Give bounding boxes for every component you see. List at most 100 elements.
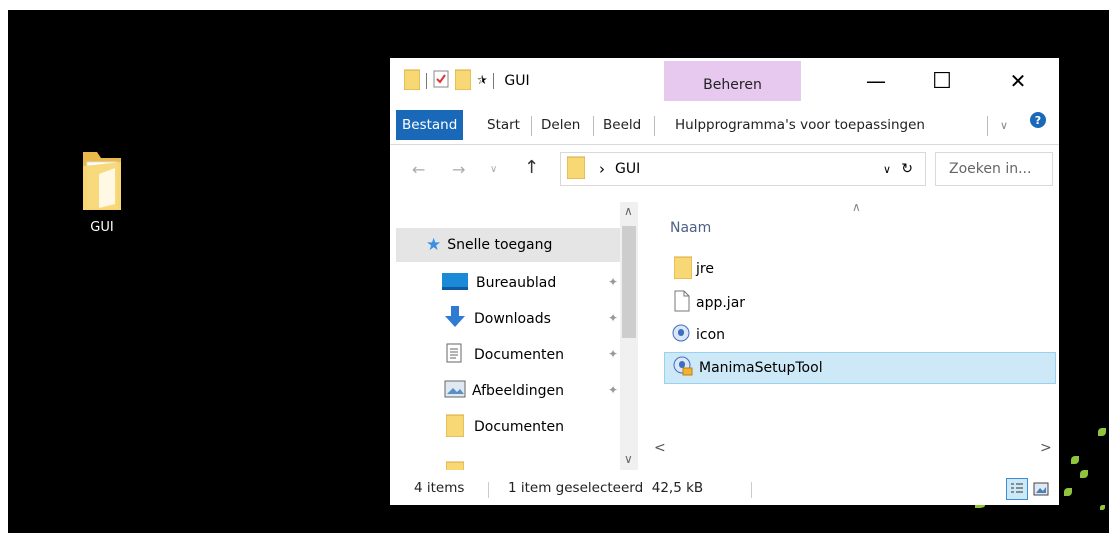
forward-arrow-icon[interactable]: →: [452, 160, 465, 179]
pin-icon: ✦: [607, 383, 618, 397]
scroll-left-icon[interactable]: <: [654, 440, 666, 456]
status-item-count: 4 items: [414, 480, 465, 496]
nav-pane-scrollbar[interactable]: ∧ ∨: [620, 202, 638, 470]
file-icon: [674, 290, 690, 316]
tab-beheren[interactable]: Beheren: [664, 61, 801, 101]
search-input[interactable]: Zoeken in...: [935, 152, 1053, 186]
file-row[interactable]: app.jar: [664, 288, 1056, 318]
wallpaper-leaf: [1064, 488, 1072, 496]
screen-frame-bottom: [0, 533, 1109, 538]
status-bar: 4 items 1 item geselecteerd 42,5 kB: [390, 474, 1059, 505]
navigation-bar: ← → ∨ ↑ › GUI ∨ ↻ Zoeken in...: [390, 146, 1059, 192]
desktop-icon: [442, 271, 468, 295]
nav-item-label: Downloads: [474, 311, 551, 327]
nav-item-documenten[interactable]: Documenten ✦: [396, 338, 620, 372]
tab-hulpprogrammas[interactable]: Hulpprogramma's voor toepassingen: [669, 110, 931, 140]
nav-item-afbeeldingen[interactable]: Afbeeldingen ✦: [396, 374, 620, 408]
download-icon: [444, 306, 466, 332]
nav-item-downloads[interactable]: Downloads ✦: [396, 302, 620, 336]
separator: [531, 116, 532, 136]
nav-item-label: Snelle toegang: [447, 237, 553, 253]
file-row[interactable]: jre: [664, 254, 1056, 284]
separator: [493, 73, 495, 89]
star-icon: ★: [426, 235, 442, 255]
separator: [488, 482, 489, 498]
refresh-icon[interactable]: ↻: [901, 161, 913, 177]
folder-icon: [673, 255, 693, 283]
maximize-button[interactable]: ☐: [919, 64, 965, 98]
help-icon[interactable]: ?: [1030, 112, 1046, 128]
file-name: ManimaSetupTool: [699, 360, 823, 376]
wallpaper-leaf: [1071, 456, 1079, 464]
back-arrow-icon[interactable]: ←: [412, 160, 425, 179]
pin-icon: ✦: [607, 311, 618, 325]
scrollbar-thumb[interactable]: [622, 226, 636, 338]
folder-icon: [445, 413, 465, 441]
folder-icon: [77, 144, 127, 214]
quick-access-toolbar: ⯫ GUI: [403, 66, 530, 96]
file-list-h-scrollbar[interactable]: < >: [648, 440, 1059, 458]
file-name: icon: [696, 327, 726, 343]
new-folder-icon[interactable]: [454, 68, 472, 94]
file-name: jre: [696, 261, 714, 277]
sort-ascending-icon: ∧: [852, 200, 861, 214]
separator: [654, 116, 655, 136]
nav-item-label: Documenten: [474, 347, 565, 363]
column-header-naam[interactable]: Naam: [670, 220, 711, 236]
ribbon-tabs: Bestand Start Delen Beeld Hulpprogramma'…: [390, 104, 1059, 145]
scroll-down-icon[interactable]: ∨: [624, 452, 633, 466]
address-bar[interactable]: › GUI ∨ ↻: [560, 152, 926, 186]
nav-item-label: Bureaublad: [476, 275, 557, 291]
close-button[interactable]: ✕: [995, 64, 1041, 98]
breadcrumb-gui[interactable]: GUI: [615, 161, 640, 177]
folder-icon: [403, 68, 421, 94]
nav-item-label: Documenten: [474, 419, 565, 435]
file-name: app.jar: [696, 295, 746, 311]
separator: [593, 116, 594, 136]
pin-icon: ✦: [607, 275, 618, 289]
tab-delen[interactable]: Delen: [535, 110, 586, 140]
file-list: ∧ Naam jre app.jar icon ManimaSetupTool: [648, 200, 1059, 470]
tab-bestand[interactable]: Bestand: [396, 110, 464, 140]
file-row-selected[interactable]: ManimaSetupTool: [664, 352, 1056, 384]
nav-item-bureaublad[interactable]: Bureaublad ✦: [396, 266, 620, 300]
file-explorer-window: ⯫ GUI Beheren — ☐ ✕ Bestand Start Delen …: [390, 58, 1059, 505]
recent-locations-icon[interactable]: ∨: [490, 164, 497, 175]
icon-file-icon: [672, 324, 690, 346]
scroll-up-icon[interactable]: ∧: [624, 204, 633, 218]
title-bar[interactable]: ⯫ GUI Beheren — ☐ ✕: [390, 58, 1059, 104]
file-row[interactable]: icon: [664, 320, 1056, 350]
document-icon: [446, 343, 462, 367]
tab-beeld[interactable]: Beeld: [597, 110, 647, 140]
window-title: GUI: [504, 73, 530, 89]
separator: [426, 73, 427, 89]
nav-item-partial[interactable]: [396, 452, 620, 470]
separator: [751, 482, 752, 498]
nav-item-documenten-folder[interactable]: Documenten: [396, 410, 620, 444]
up-arrow-icon[interactable]: ↑: [524, 157, 539, 178]
status-selection: 1 item geselecteerd 42,5 kB: [508, 480, 704, 496]
qat-dropdown-icon[interactable]: ⯫: [477, 72, 487, 91]
screen-frame-left: [0, 0, 8, 538]
navigation-pane: ★ Snelle toegang Bureaublad ✦ Downloads …: [396, 202, 640, 470]
pin-icon: ✦: [607, 347, 618, 361]
nav-item-snelle-toegang[interactable]: ★ Snelle toegang: [396, 228, 620, 262]
large-icons-view-icon[interactable]: [1030, 478, 1052, 500]
desktop-icon-label: GUI: [90, 220, 114, 235]
wallpaper-leaf: [1080, 470, 1088, 478]
breadcrumb-separator[interactable]: ›: [599, 160, 605, 178]
desktop-folder-gui[interactable]: GUI: [62, 144, 142, 235]
separator: [987, 116, 988, 136]
details-view-icon[interactable]: [1006, 478, 1028, 500]
folder-icon: [566, 155, 586, 183]
picture-icon: [444, 380, 466, 402]
folder-icon: [445, 460, 465, 470]
wallpaper-leaf: [1098, 428, 1106, 436]
properties-icon[interactable]: [433, 70, 449, 92]
scroll-right-icon[interactable]: >: [1040, 440, 1052, 456]
setup-app-icon: [673, 356, 693, 380]
address-dropdown-icon[interactable]: ∨: [883, 163, 891, 176]
tab-start[interactable]: Start: [481, 110, 526, 140]
minimize-button[interactable]: —: [853, 64, 899, 98]
expand-ribbon-icon[interactable]: ∨: [994, 110, 1014, 140]
